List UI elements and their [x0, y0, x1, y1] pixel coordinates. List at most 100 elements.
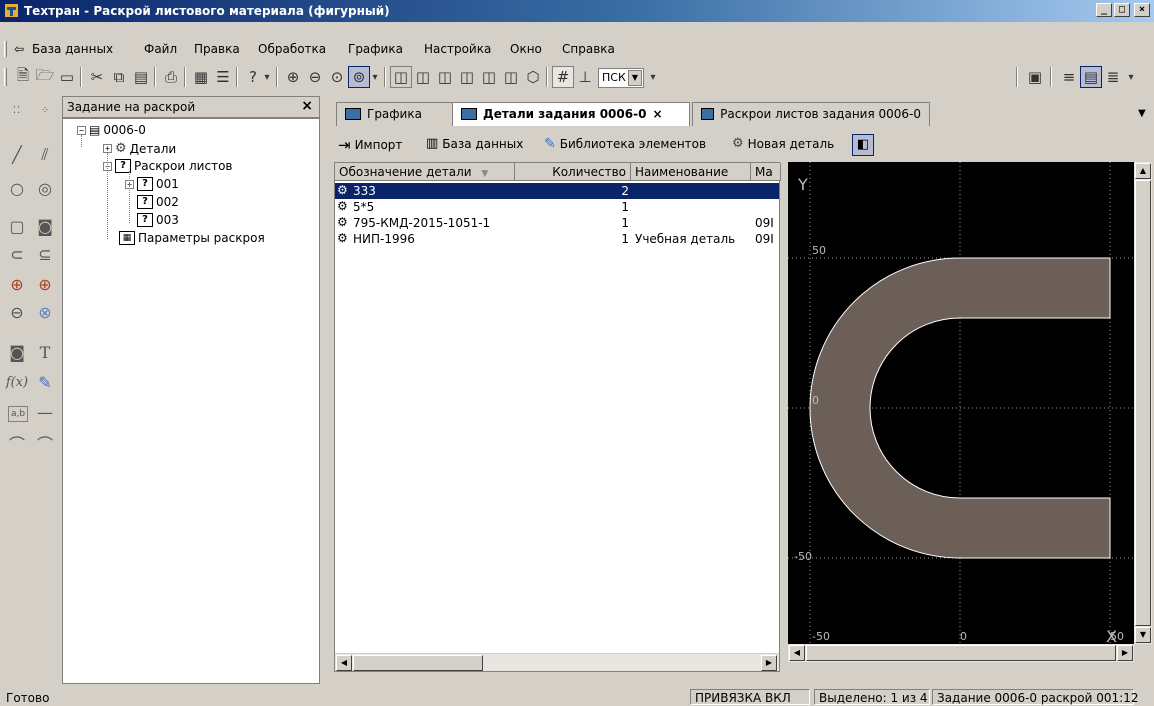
- table-row[interactable]: ⚙ 795-КМД-2015-1051-1 1 09I: [335, 215, 779, 231]
- view-side-icon[interactable]: ◫: [456, 66, 478, 88]
- variables-icon[interactable]: a,b: [8, 406, 28, 422]
- table-horizontal-scrollbar[interactable]: ◀ ▶: [335, 653, 779, 671]
- view-iso-icon[interactable]: ◫: [500, 66, 522, 88]
- points-grid-icon[interactable]: ⁘: [32, 100, 58, 122]
- line-icon[interactable]: ╱: [4, 144, 30, 166]
- column-header-name[interactable]: Наименование: [631, 163, 751, 181]
- offset-contour-icon[interactable]: ◙: [32, 216, 58, 238]
- preview-horizontal-scrollbar[interactable]: ◀ ▶: [788, 644, 1134, 662]
- snap-indicator[interactable]: ПРИВЯЗКА ВКЛ: [690, 689, 810, 705]
- view-top-icon[interactable]: ◫: [434, 66, 456, 88]
- dash-icon[interactable]: —: [32, 402, 58, 424]
- save-icon[interactable]: ▭: [56, 66, 78, 88]
- table-row[interactable]: ⚙ 5*5 1: [335, 199, 779, 215]
- tree-node-root[interactable]: − ▤ 0006-0: [77, 123, 146, 137]
- print-icon[interactable]: ⎙: [160, 66, 182, 88]
- preview-vertical-scrollbar[interactable]: ▲ ▼: [1134, 162, 1152, 644]
- zoom-window-icon[interactable]: ⊙: [326, 66, 348, 88]
- expand-icon[interactable]: +: [103, 144, 112, 153]
- database-button[interactable]: ▥ База данных: [426, 136, 523, 151]
- preview-toggle-icon[interactable]: ◧: [852, 134, 874, 156]
- axes-icon[interactable]: ⊥: [574, 66, 596, 88]
- coord-system-select[interactable]: ПСК ▼: [598, 68, 644, 88]
- preview-icon[interactable]: ▦: [190, 66, 212, 88]
- marker-icon[interactable]: ◙: [4, 342, 30, 364]
- menu-database[interactable]: База данных: [32, 42, 113, 56]
- text-icon[interactable]: T: [32, 342, 58, 364]
- arc-left-icon[interactable]: ⌒: [4, 434, 30, 456]
- open-folder-icon[interactable]: 🗁: [34, 66, 56, 88]
- tile-icon[interactable]: ▤: [1080, 66, 1102, 88]
- dropdown-arrow-icon[interactable]: ▾: [262, 66, 272, 88]
- library-button[interactable]: ✎ Библиотека элементов: [544, 136, 706, 152]
- menu-window[interactable]: Окно: [510, 42, 542, 56]
- column-header-material[interactable]: Ма: [751, 163, 781, 181]
- tree-node-sheet-003[interactable]: ? 003: [137, 213, 179, 227]
- zoom-in-icon[interactable]: ⊕: [282, 66, 304, 88]
- import-button[interactable]: ⇥ Импорт: [338, 136, 402, 154]
- coord-dropdown-icon[interactable]: ▾: [648, 66, 658, 88]
- menu-help[interactable]: Справка: [562, 42, 615, 56]
- minimize-button[interactable]: _: [1096, 3, 1112, 17]
- view-front-icon[interactable]: ◫: [412, 66, 434, 88]
- scroll-thumb[interactable]: [1135, 180, 1151, 626]
- view-cube-icon[interactable]: ⬡: [522, 66, 544, 88]
- points-icon[interactable]: ⁚⁚: [4, 100, 30, 122]
- scroll-right-icon[interactable]: ▶: [1117, 645, 1133, 661]
- table-row[interactable]: ⚙ НИП-1996 1 Учебная деталь 09I: [335, 231, 779, 247]
- scroll-thumb[interactable]: [806, 645, 1116, 661]
- close-icon[interactable]: ×: [301, 98, 313, 114]
- grid-icon[interactable]: #: [552, 66, 574, 88]
- tab-graphics[interactable]: Графика: [336, 102, 454, 126]
- column-header-designation[interactable]: Обозначение детали ▼: [335, 163, 515, 181]
- tile-dropdown-icon[interactable]: ▾: [1126, 66, 1136, 88]
- rounded-rect-icon[interactable]: ▢: [4, 216, 30, 238]
- contour-icon[interactable]: ⊂: [4, 244, 30, 266]
- scroll-thumb[interactable]: [353, 655, 483, 671]
- panel-icon[interactable]: ▣: [1024, 66, 1046, 88]
- chevron-down-icon[interactable]: ▼: [628, 70, 642, 86]
- help-icon[interactable]: ?: [242, 66, 264, 88]
- collapse-icon[interactable]: −: [77, 125, 86, 135]
- tree-node-params[interactable]: ▦ Параметры раскроя: [119, 231, 265, 245]
- new-document-icon[interactable]: 🗎: [12, 66, 34, 88]
- tree-node-sheets[interactable]: − ? Раскрои листов: [103, 159, 232, 173]
- library-edit-icon[interactable]: ✎: [32, 372, 58, 394]
- align-icon[interactable]: ≡: [1058, 66, 1080, 88]
- back-arrow-icon[interactable]: ⇦: [14, 42, 24, 56]
- scroll-right-icon[interactable]: ▶: [761, 655, 777, 671]
- scroll-up-icon[interactable]: ▲: [1135, 163, 1151, 179]
- cut-icon[interactable]: ✂: [86, 66, 108, 88]
- view-3d-icon[interactable]: ◫: [390, 66, 412, 88]
- zoom-dropdown-icon[interactable]: ▾: [370, 66, 380, 88]
- circle-icon[interactable]: ○: [4, 178, 30, 200]
- double-contour-icon[interactable]: ⊆: [32, 244, 58, 266]
- copy-icon[interactable]: ⧉: [108, 66, 130, 88]
- tab-sheet-layouts[interactable]: Раскрои листов задания 0006-0: [692, 102, 930, 126]
- view-back-icon[interactable]: ◫: [478, 66, 500, 88]
- tree-node-sheet-002[interactable]: ? 002: [137, 195, 179, 209]
- menu-graphics[interactable]: Графика: [348, 42, 403, 56]
- menu-file[interactable]: Файл: [144, 42, 177, 56]
- close-icon[interactable]: ×: [652, 107, 662, 121]
- menu-settings[interactable]: Настройка: [424, 42, 491, 56]
- tab-task-details[interactable]: Детали задания 0006-0 ×: [452, 102, 690, 126]
- tree-node-details[interactable]: + ⚙ Детали: [103, 141, 176, 156]
- cut-path-icon[interactable]: ⊕: [4, 274, 30, 296]
- function-icon[interactable]: f(x): [4, 372, 30, 394]
- arc-right-icon[interactable]: ⌒: [32, 434, 58, 456]
- column-header-quantity[interactable]: Количество: [515, 163, 631, 181]
- maximize-button[interactable]: □: [1114, 3, 1130, 17]
- close-button[interactable]: ×: [1134, 3, 1150, 17]
- part-preview-canvas[interactable]: Y 50 0 -50 -50 0 50 X: [788, 162, 1134, 646]
- menu-edit[interactable]: Правка: [194, 42, 240, 56]
- menu-processing[interactable]: Обработка: [258, 42, 326, 56]
- paste-icon[interactable]: ▤: [130, 66, 152, 88]
- cascade-icon[interactable]: ≣: [1102, 66, 1124, 88]
- layers-icon[interactable]: ☰: [212, 66, 234, 88]
- zoom-all-icon[interactable]: ⊚: [348, 66, 370, 88]
- cut-path-alt-icon[interactable]: ⊕: [32, 274, 58, 296]
- tree-node-sheet-001[interactable]: + ? 001: [125, 177, 179, 191]
- tool-path-icon[interactable]: ⊗: [32, 302, 58, 324]
- pierce-icon[interactable]: ⊖: [4, 302, 30, 324]
